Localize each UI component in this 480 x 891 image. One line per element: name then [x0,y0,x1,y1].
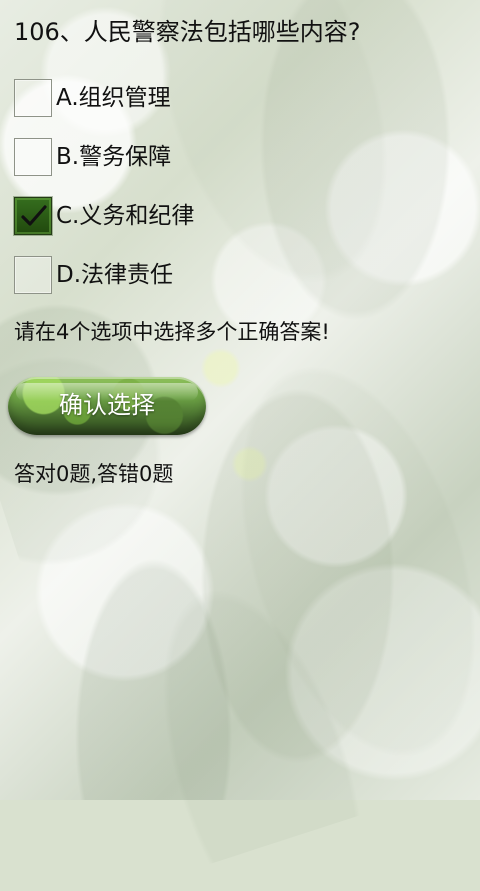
check-icon [21,205,47,226]
confirm-selection-label: 确认选择 [59,392,155,419]
question-text: 106、人民警察法包括哪些内容? [14,18,361,46]
selection-instruction: 请在4个选项中选择多个正确答案! [14,320,330,344]
option-c-label: C.义务和纪律 [56,203,195,229]
option-d-label: D.法律责任 [56,262,174,288]
option-b-label: B.警务保障 [56,144,172,170]
confirm-selection-button[interactable]: 确认选择 [8,377,206,435]
score-text: 答对0题,答错0题 [14,462,174,486]
option-a[interactable]: A.组织管理 [14,76,171,120]
option-d[interactable]: D.法律责任 [14,253,173,297]
checkbox-c[interactable] [14,197,52,235]
option-b[interactable]: B.警务保障 [14,135,171,179]
checkbox-a[interactable] [14,79,52,117]
checkbox-d[interactable] [14,256,52,294]
option-a-label: A.组织管理 [56,85,171,111]
option-c[interactable]: C.义务和纪律 [14,194,194,238]
checkbox-b[interactable] [14,138,52,176]
